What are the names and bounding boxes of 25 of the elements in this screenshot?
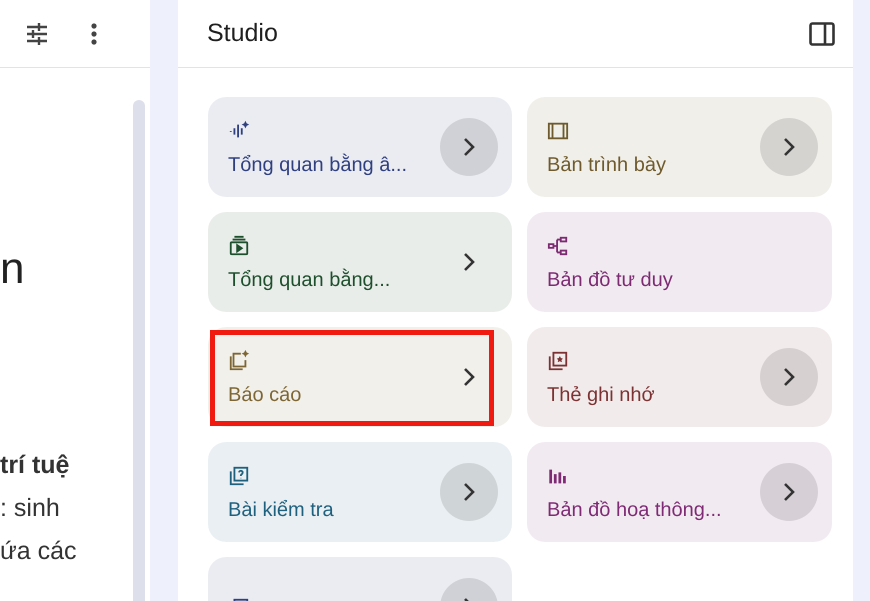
heading-fragment: n (0, 244, 26, 294)
studio-card[interactable]: Bản đồ tư duy (527, 212, 832, 312)
studio-card[interactable]: Bản đồ hoạ thông... (527, 442, 832, 542)
studio-card[interactable]: Tổng quan bằng â... (208, 97, 512, 197)
side-panel-icon[interactable] (809, 22, 835, 46)
card-label: Báo cáo (228, 384, 302, 406)
more-options-icon[interactable] (91, 22, 97, 44)
text-line: : sinh (0, 493, 61, 524)
panel-title: Studio (207, 19, 278, 48)
studio-card[interactable]: Bản trình bày (527, 97, 832, 197)
card-label: Tổng quan bằng... (228, 268, 392, 292)
card-label: Bản trình bày (547, 154, 667, 176)
card-label: Bài kiểm tra (228, 498, 335, 522)
card-label: Tổng quan bằng â... (228, 154, 408, 176)
studio-card[interactable]: Tổng quan bằng... (208, 212, 512, 312)
studio-card[interactable]: Báo cáo (208, 327, 512, 427)
card-label: Bản đồ hoạ thông... (547, 498, 723, 522)
text-line: trí tuệ (0, 450, 70, 481)
studio-card[interactable]: Bài kiểm tra (208, 442, 512, 542)
text-line: ứa các (0, 536, 78, 567)
tune-icon[interactable] (27, 22, 47, 44)
card-label: Bản đồ tư duy (547, 268, 674, 292)
card-label: Thẻ ghi nhớ (547, 384, 656, 406)
studio-card[interactable]: Thẻ ghi nhớ (527, 327, 832, 427)
scrollbar-thumb[interactable] (133, 100, 145, 601)
